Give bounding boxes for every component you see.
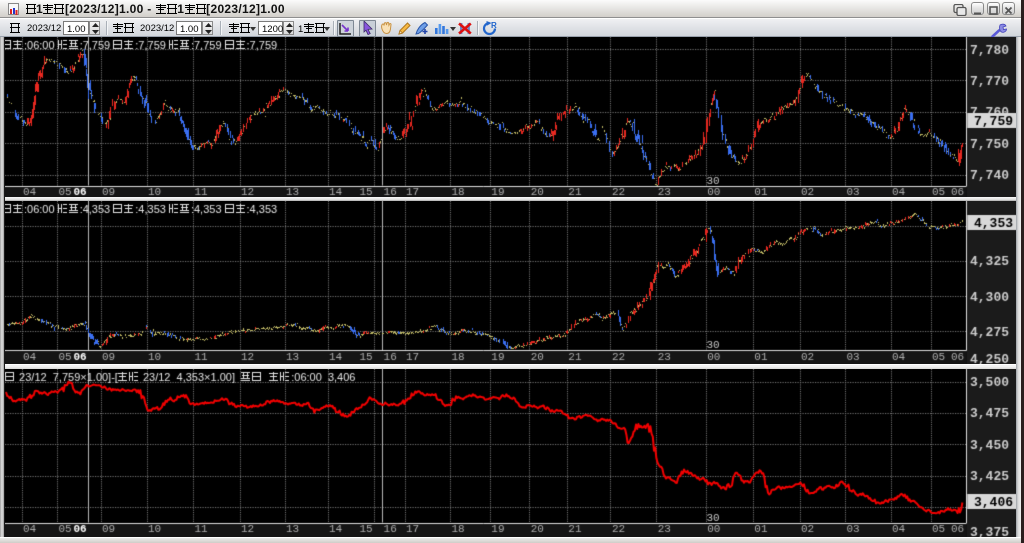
svg-text:R: R [491,21,497,30]
